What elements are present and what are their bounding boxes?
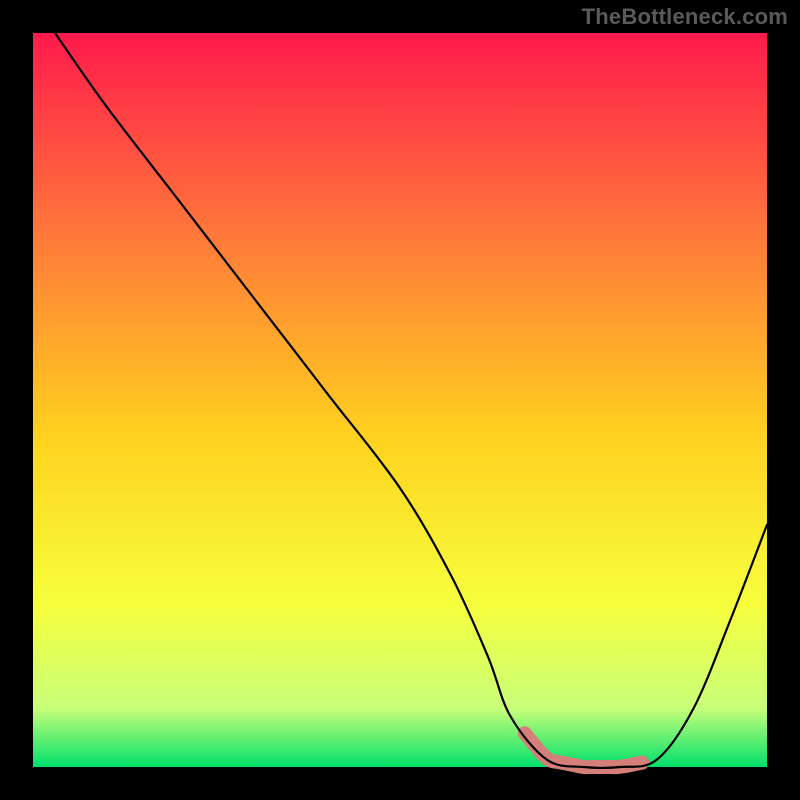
watermark-text: TheBottleneck.com [582,4,788,30]
gradient-background [33,33,767,767]
bottleneck-chart [0,0,800,800]
chart-frame: { "watermark": "TheBottleneck.com", "cha… [0,0,800,800]
